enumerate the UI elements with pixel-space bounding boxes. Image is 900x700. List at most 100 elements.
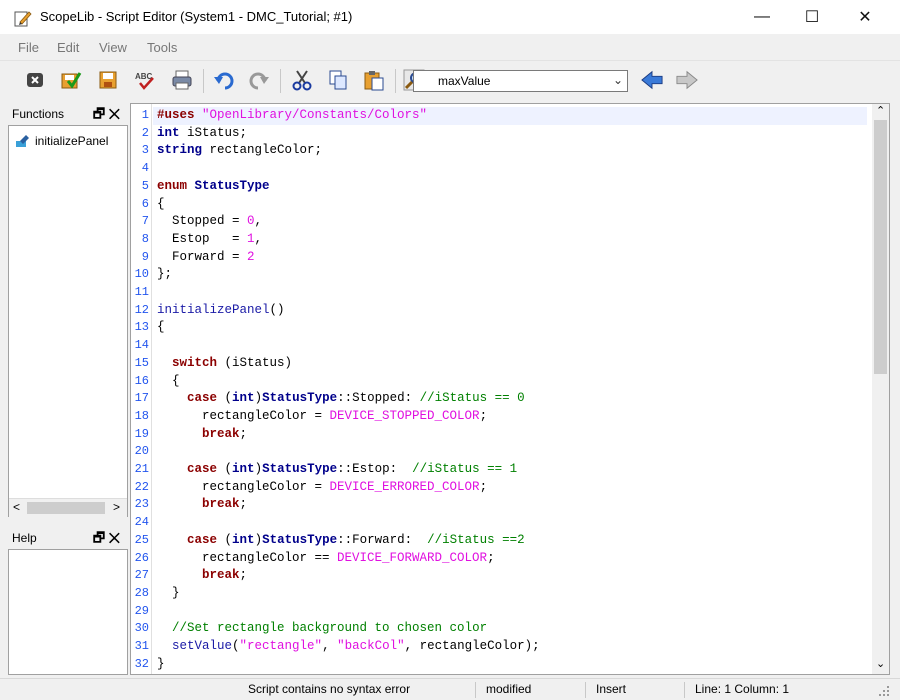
scroll-left-icon[interactable]: < [13,500,20,514]
code-token: ( [217,532,233,547]
paste-icon [364,71,384,91]
menu-file[interactable]: File [18,40,39,55]
search-combo-value: maxValue [438,74,491,88]
code-token: , rectangleColor); [404,639,540,653]
code-line: int iStatus; [157,125,247,143]
cut-button[interactable] [291,69,313,91]
code-token: ::Estop: [337,462,413,476]
script-editor-app-icon [14,11,32,27]
code-editor[interactable]: 1 2 3 4 5 6 7 8 9 10 11 12 13 14 15 16 17 18 19 20 21 22 23 24 2… [130,103,890,675]
code-token: rectangleColor == [157,550,338,565]
code-token: break [202,426,240,441]
resize-grip-icon[interactable] [878,685,890,697]
code-token: case [187,391,218,406]
help-panel-title: Help [12,531,37,545]
code-line: switch (iStatus) [157,355,292,373]
code-token: "rectangle" [239,639,323,653]
code-line: } [157,656,165,674]
code-line: rectangleColor = DEVICE_STOPPED_COLOR; [157,408,487,426]
copy-button[interactable] [327,69,349,91]
help-panel [8,549,128,675]
paste-button[interactable] [363,69,385,91]
redo-button[interactable] [248,69,270,91]
vertical-scroll-thumb[interactable] [874,120,887,374]
code-token: 0 [247,214,255,229]
code-token: setValue [172,639,233,653]
chevron-down-icon[interactable]: ⌄ [613,73,623,87]
code-line: { [157,319,165,337]
code-token: string [157,143,203,158]
close-window-button[interactable]: ✕ [842,0,888,34]
code-token: DEVICE_FORWARD_COLOR [337,550,488,565]
save-icon [99,71,117,89]
function-item-initializepanel[interactable]: initializePanel [13,132,125,150]
search-combo[interactable]: maxValue ⌄ [413,70,628,92]
code-token: //iStatus == 1 [412,462,518,476]
menu-view[interactable]: View [99,40,127,55]
code-line: Forward = 2 [157,249,255,267]
code-token: enum [157,178,188,193]
minimize-button[interactable]: — [739,0,785,34]
nav-forward-button[interactable] [676,69,698,91]
code-line: { [157,196,165,214]
print-button[interactable] [171,69,193,91]
code-line: rectangleColor = DEVICE_ERRORED_COLOR; [157,479,487,497]
code-token: DEVICE_ERRORED_COLOR [329,479,480,494]
code-token: } [157,656,165,671]
menu-tools[interactable]: Tools [147,40,177,55]
code-token: rectangleColor; [202,143,323,158]
toolbar-separator [203,69,204,93]
menu-bar: File Edit View Tools [0,34,900,60]
code-token: ) [254,462,263,476]
code-token: , [254,231,263,246]
code-token: break [202,497,240,512]
title-bar: ScopeLib - Script Editor (System1 - DMC_… [0,0,900,34]
close-icon[interactable]: ✕ [109,106,120,121]
code-line: case (int)StatusType::Stopped: //iStatus… [157,390,525,408]
status-separator [684,682,685,698]
code-token: , [322,639,338,653]
apply-button[interactable] [60,69,82,91]
maximize-button[interactable]: ☐ [789,0,835,34]
save-button[interactable] [97,69,119,91]
code-token: ::Forward: [337,532,428,547]
close-icon[interactable]: ✕ [109,530,120,545]
cut-icon [292,70,312,91]
code-token: ) [254,391,263,406]
undo-icon [214,72,234,90]
scroll-down-icon[interactable]: ⌄ [876,657,885,670]
code-token: } [157,585,180,600]
code-token: ( [217,462,233,476]
code-token: ::Stopped: [337,391,420,406]
copy-icon [329,70,347,90]
vertical-scrollbar[interactable]: ⌃ ⌄ [872,104,889,674]
float-icon[interactable]: 🗗 [93,530,105,545]
code-token: StatusType [262,532,338,547]
status-separator [585,682,586,698]
scroll-up-icon[interactable]: ⌃ [876,104,885,117]
spellcheck-button[interactable]: ABC [134,69,156,91]
code-token: initializePanel [157,302,270,317]
nav-back-button[interactable] [641,69,663,91]
function-item-label: initializePanel [35,134,109,148]
code-token: #uses [157,108,203,122]
code-token: { [157,196,165,211]
horizontal-scrollbar[interactable]: < > [9,498,127,517]
nav-forward-icon [676,70,698,90]
close-script-icon [27,73,43,87]
float-icon[interactable]: 🗗 [93,106,105,121]
code-line: //Set rectangle background to chosen col… [157,620,487,638]
code-token: case [187,532,218,547]
undo-button[interactable] [213,69,235,91]
code-area[interactable]: #uses "OpenLibrary/Constants/Colors" int … [131,104,871,674]
scroll-right-icon[interactable]: > [113,500,120,514]
horizontal-scroll-thumb[interactable] [27,502,105,514]
window-title: ScopeLib - Script Editor (System1 - DMC_… [40,9,353,24]
code-token: case [187,462,218,476]
code-token: switch [172,355,218,370]
menu-edit[interactable]: Edit [57,40,79,55]
close-script-button[interactable] [24,69,46,91]
